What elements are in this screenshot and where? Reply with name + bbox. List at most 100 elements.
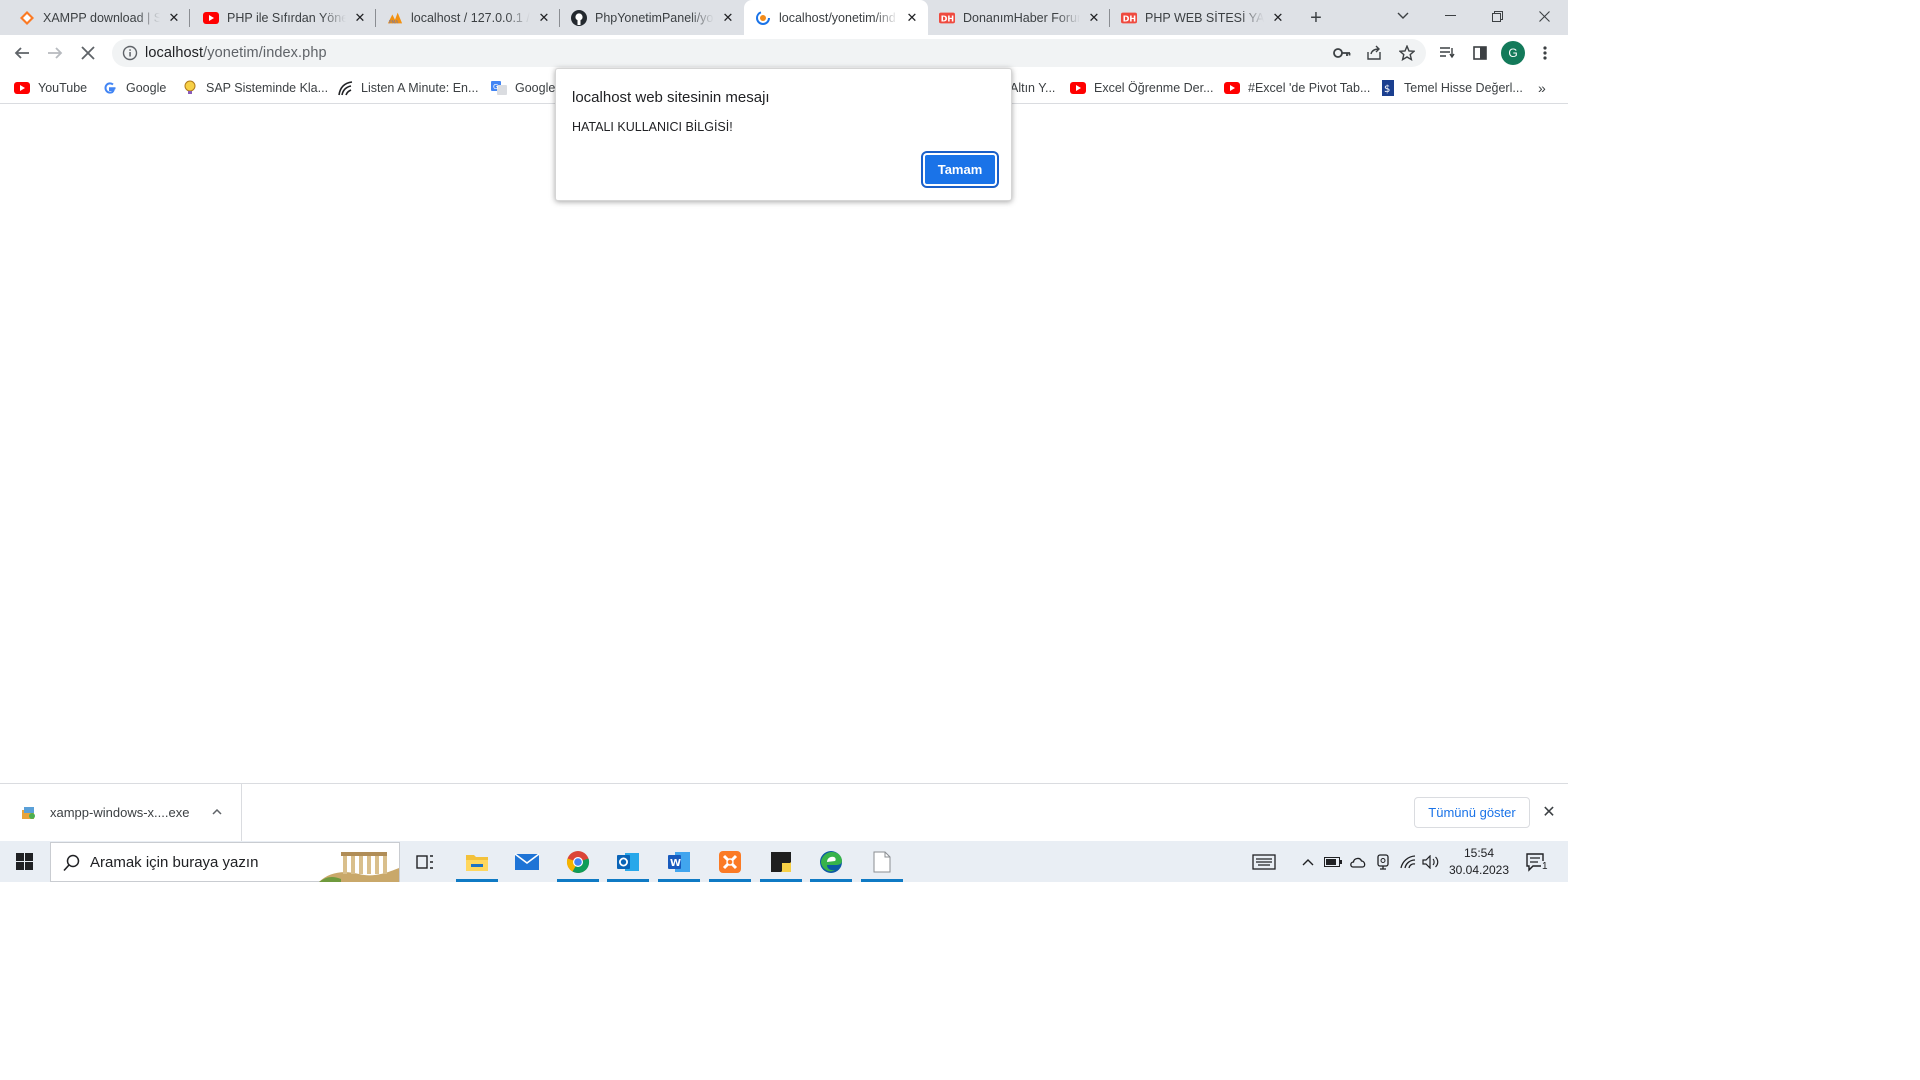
restore-button[interactable]: [1474, 0, 1520, 32]
close-tab-icon[interactable]: ✕: [720, 10, 736, 26]
info-icon[interactable]: [122, 45, 138, 61]
show-hidden-icons-chevron-icon[interactable]: [1298, 841, 1318, 882]
youtube-icon: [203, 10, 219, 26]
notification-center-icon[interactable]: 1: [1522, 841, 1552, 882]
volume-icon[interactable]: [1420, 841, 1442, 882]
task-view-icon[interactable]: [402, 841, 448, 882]
bookmark-sap[interactable]: SAP Sisteminde Kla...: [182, 77, 328, 99]
close-tab-icon[interactable]: ✕: [1086, 10, 1102, 26]
tab-php-youtube[interactable]: PHP ile Sıfırdan Yönet ✕: [184, 0, 376, 35]
clock-time: 15:54: [1463, 846, 1495, 860]
wifi-icon[interactable]: [1397, 841, 1419, 882]
show-all-downloads-button[interactable]: Tümünü göster: [1414, 797, 1530, 828]
share-icon[interactable]: [1360, 39, 1388, 67]
tab-xampp-download[interactable]: XAMPP download | Sc ✕: [0, 0, 190, 35]
taskbar-search-box[interactable]: Aramak için buraya yazın: [50, 842, 400, 882]
listen-minute-icon: [337, 80, 353, 96]
url-path: /yonetim/index.php: [203, 45, 327, 61]
side-panel-icon[interactable]: [1466, 39, 1494, 67]
chevron-up-icon[interactable]: [208, 803, 226, 821]
tab-phpmyadmin[interactable]: PMA localhost / 127.0.0.1 / ✕: [368, 0, 560, 35]
download-item[interactable]: xampp-windows-x....exe: [0, 784, 242, 841]
tab-title: PhpYonetimPaneli/yo: [595, 10, 714, 25]
chrome-icon[interactable]: [555, 841, 601, 882]
blank-document-icon[interactable]: [859, 841, 905, 882]
tab-title: localhost / 127.0.0.1 /: [411, 10, 530, 25]
back-button[interactable]: [8, 39, 36, 67]
youtube-icon: [1070, 80, 1086, 96]
dialog-message: HATALI KULLANICI BİLGİSİ!: [572, 120, 733, 134]
close-shelf-icon[interactable]: ✕: [1540, 803, 1558, 821]
search-icon: [63, 854, 81, 872]
onedrive-cloud-icon[interactable]: [1347, 841, 1369, 882]
svg-text:$: $: [1384, 84, 1390, 95]
bookmark-label: SAP Sisteminde Kla...: [206, 81, 329, 95]
bookmark-label: Listen A Minute: En...: [361, 81, 479, 95]
camera-privacy-icon[interactable]: [1372, 841, 1394, 882]
ok-button[interactable]: Tamam: [923, 153, 997, 186]
windows-taskbar: Aramak için buraya yazın W 15:54 30.04.2…: [0, 841, 1568, 882]
sticky-notes-icon[interactable]: [758, 841, 804, 882]
tab-donanimhaber-forum[interactable]: DH DonanımHaber Forum ✕: [928, 0, 1110, 35]
battery-icon[interactable]: [1322, 841, 1344, 882]
bookmark-excel-ogrenme[interactable]: Excel Öğrenme Der...: [1070, 77, 1214, 99]
svg-text:DH: DH: [1123, 14, 1136, 23]
download-shelf: xampp-windows-x....exe Tümünü göster ✕: [0, 783, 1568, 841]
bookmark-label: Excel Öğrenme Der...: [1094, 81, 1214, 95]
url-host: localhost: [145, 45, 204, 61]
password-key-icon[interactable]: [1328, 39, 1356, 67]
minimize-button[interactable]: [1427, 0, 1473, 32]
file-explorer-icon[interactable]: [454, 841, 500, 882]
bookmark-excel-pivot[interactable]: #Excel 'de Pivot Tab...: [1224, 77, 1370, 99]
bookmark-google-translate[interactable]: G Google: [491, 77, 555, 99]
close-tab-icon[interactable]: ✕: [166, 10, 182, 26]
xampp-icon: [19, 10, 35, 26]
bookmark-listen-a-minute[interactable]: Listen A Minute: En...: [337, 77, 478, 99]
bookmark-altin[interactable]: Altın Y...: [1010, 77, 1055, 99]
tab-github[interactable]: PhpYonetimPaneli/yo ✕: [552, 0, 744, 35]
svg-text:G: G: [493, 83, 498, 91]
close-tab-icon[interactable]: ✕: [1270, 10, 1286, 26]
tab-localhost-yonetim[interactable]: localhost/yonetim/ind ✕: [744, 0, 928, 35]
word-icon[interactable]: W: [656, 841, 702, 882]
bookmark-star-icon[interactable]: [1393, 39, 1421, 67]
keyboard-layout-icon[interactable]: [1249, 841, 1279, 882]
tab-search-chevron-icon[interactable]: [1380, 0, 1426, 32]
close-window-button[interactable]: [1521, 0, 1567, 32]
loading-icon: [755, 10, 771, 26]
donanimhaber-icon: DH: [1121, 10, 1137, 26]
profile-avatar[interactable]: G: [1501, 41, 1525, 65]
bank-icon: $: [1380, 80, 1396, 96]
stop-loading-button[interactable]: [74, 39, 102, 67]
xampp-icon[interactable]: [707, 841, 753, 882]
bookmark-youtube[interactable]: YouTube: [14, 77, 87, 99]
browser-toolbar: localhost/yonetim/index.php G: [0, 35, 1568, 72]
github-icon: [571, 9, 587, 26]
close-tab-icon[interactable]: ✕: [352, 10, 368, 26]
bookmark-label: #Excel 'de Pivot Tab...: [1248, 81, 1371, 95]
dialog-title: localhost web sitesinin mesajı: [572, 89, 770, 106]
bookmark-label: Temel Hisse Değerl...: [1404, 81, 1523, 95]
tab-title: PHP WEB SİTESİ YAPI: [1145, 10, 1264, 25]
windows-start-icon[interactable]: [0, 841, 48, 882]
bookmark-label: YouTube: [38, 81, 88, 95]
close-tab-icon[interactable]: ✕: [536, 10, 552, 26]
tab-php-web-sitesi[interactable]: DH PHP WEB SİTESİ YAPI ✕: [1110, 0, 1294, 35]
svg-text:DH: DH: [941, 14, 954, 23]
bookmark-temel-hisse[interactable]: $ Temel Hisse Değerl...: [1380, 77, 1523, 99]
close-tab-icon[interactable]: ✕: [904, 10, 920, 26]
edge-icon[interactable]: [808, 841, 854, 882]
outlook-icon[interactable]: [605, 841, 651, 882]
clock-date: 30.04.2023: [1448, 863, 1510, 877]
svg-text:PMA: PMA: [389, 19, 399, 25]
address-bar[interactable]: localhost/yonetim/index.php: [112, 39, 1426, 67]
forward-button[interactable]: [41, 39, 69, 67]
more-bookmarks-chevron-icon[interactable]: »: [1538, 77, 1546, 99]
new-tab-button[interactable]: +: [1304, 6, 1328, 30]
mail-icon[interactable]: [504, 841, 550, 882]
youtube-icon: [14, 80, 30, 96]
reading-list-icon[interactable]: [1433, 39, 1461, 67]
bookmark-google[interactable]: Google: [102, 77, 166, 99]
menu-kebab-icon[interactable]: [1531, 39, 1559, 67]
taskbar-clock[interactable]: 15:54 30.04.2023: [1442, 845, 1516, 879]
